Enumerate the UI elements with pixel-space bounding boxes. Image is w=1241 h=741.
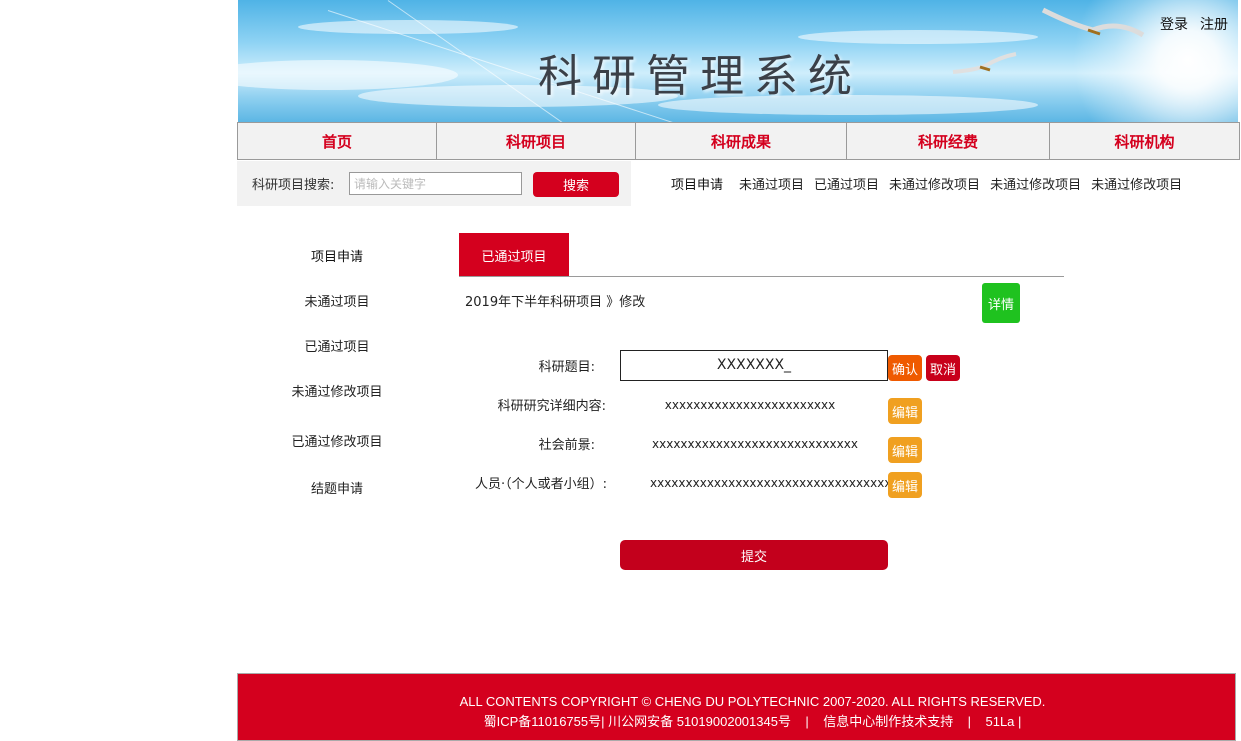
footer-copyright: ALL CONTENTS COPYRIGHT © CHENG DU POLYTE… (459, 694, 1046, 709)
cancel-button[interactable]: 取消 (926, 355, 960, 381)
quick-link-rejected-modify[interactable]: 未通过修改项目 (1091, 178, 1182, 193)
nav-item-institutions[interactable]: 科研机构 (1050, 123, 1239, 159)
quick-link-rejected-modify[interactable]: 未通过修改项目 (889, 178, 980, 193)
sidebar-item-closure[interactable]: 结题申请 (237, 478, 437, 497)
search-label: 科研项目搜索: (252, 178, 335, 193)
seagull-icon (952, 52, 1017, 74)
sidebar-item-rejected-modify[interactable]: 未通过修改项目 (237, 381, 437, 400)
quick-links: 项目申请 未通过项目 已通过项目 未通过修改项目 未通过修改项目 未通过修改项目 (671, 174, 1192, 193)
breadcrumb: 2019年下半年科研项目 》修改 (465, 295, 646, 310)
tab-approved-projects[interactable]: 已通过项目 (459, 233, 569, 277)
detail-button[interactable]: 详情 (982, 283, 1020, 323)
edit-people-button[interactable]: 编辑 (888, 472, 922, 498)
prospect-label: 社会前景: (538, 438, 595, 453)
main-nav: 首页 科研项目 科研成果 科研经费 科研机构 (237, 122, 1240, 160)
title-field[interactable]: XXXXXXX_ (620, 350, 888, 381)
people-value: xxxxxxxxxxxxxxxxxxxxxxxxxxxxxxxxxx (650, 476, 892, 490)
banner-title: 科研管理系统 (538, 51, 862, 102)
sidebar-item-approved-modify[interactable]: 已通过修改项目 (237, 431, 437, 450)
people-label: 人员·（个人或者小组）: (474, 477, 607, 492)
register-link[interactable]: 注册 (1200, 17, 1228, 33)
nav-item-funding[interactable]: 科研经费 (847, 123, 1050, 159)
search-input[interactable] (349, 172, 522, 195)
sidebar-item-approved[interactable]: 已通过项目 (237, 336, 437, 355)
tab-divider (459, 276, 1064, 277)
header-banner: 科研管理系统 (238, 0, 1238, 122)
sidebar-item-apply[interactable]: 项目申请 (237, 246, 437, 265)
nav-item-achievements[interactable]: 科研成果 (636, 123, 847, 159)
title-label: 科研题目: (538, 360, 595, 375)
quick-link-rejected-modify[interactable]: 未通过修改项目 (990, 178, 1081, 193)
auth-links: 登录 注册 (1160, 14, 1240, 34)
nav-item-projects[interactable]: 科研项目 (437, 123, 636, 159)
footer-icp: 蜀ICP备11016755号| 川公网安备 51019002001345号 | … (483, 714, 1022, 729)
prospect-value: xxxxxxxxxxxxxxxxxxxxxxxxxxxxx (652, 437, 858, 451)
edit-prospect-button[interactable]: 编辑 (888, 437, 922, 463)
content-value: xxxxxxxxxxxxxxxxxxxxxxxx (664, 398, 836, 412)
login-link[interactable]: 登录 (1160, 17, 1188, 33)
quick-link-approved[interactable]: 已通过项目 (814, 178, 879, 193)
search-panel: 科研项目搜索: 搜索 (237, 161, 631, 206)
search-button[interactable]: 搜索 (533, 172, 619, 197)
footer: ALL CONTENTS COPYRIGHT © CHENG DU POLYTE… (237, 673, 1236, 741)
submit-button[interactable]: 提交 (620, 540, 888, 570)
edit-content-button[interactable]: 编辑 (888, 398, 922, 424)
quick-link-rejected[interactable]: 未通过项目 (739, 178, 804, 193)
nav-item-home[interactable]: 首页 (238, 123, 437, 159)
sidebar-item-rejected[interactable]: 未通过项目 (237, 291, 437, 310)
quick-link-apply[interactable]: 项目申请 (671, 178, 723, 193)
seagull-icon (1041, 7, 1145, 38)
confirm-button[interactable]: 确认 (888, 355, 922, 381)
title-value: XXXXXXX_ (716, 357, 792, 373)
content-label: 科研研究详细内容: (497, 399, 606, 414)
